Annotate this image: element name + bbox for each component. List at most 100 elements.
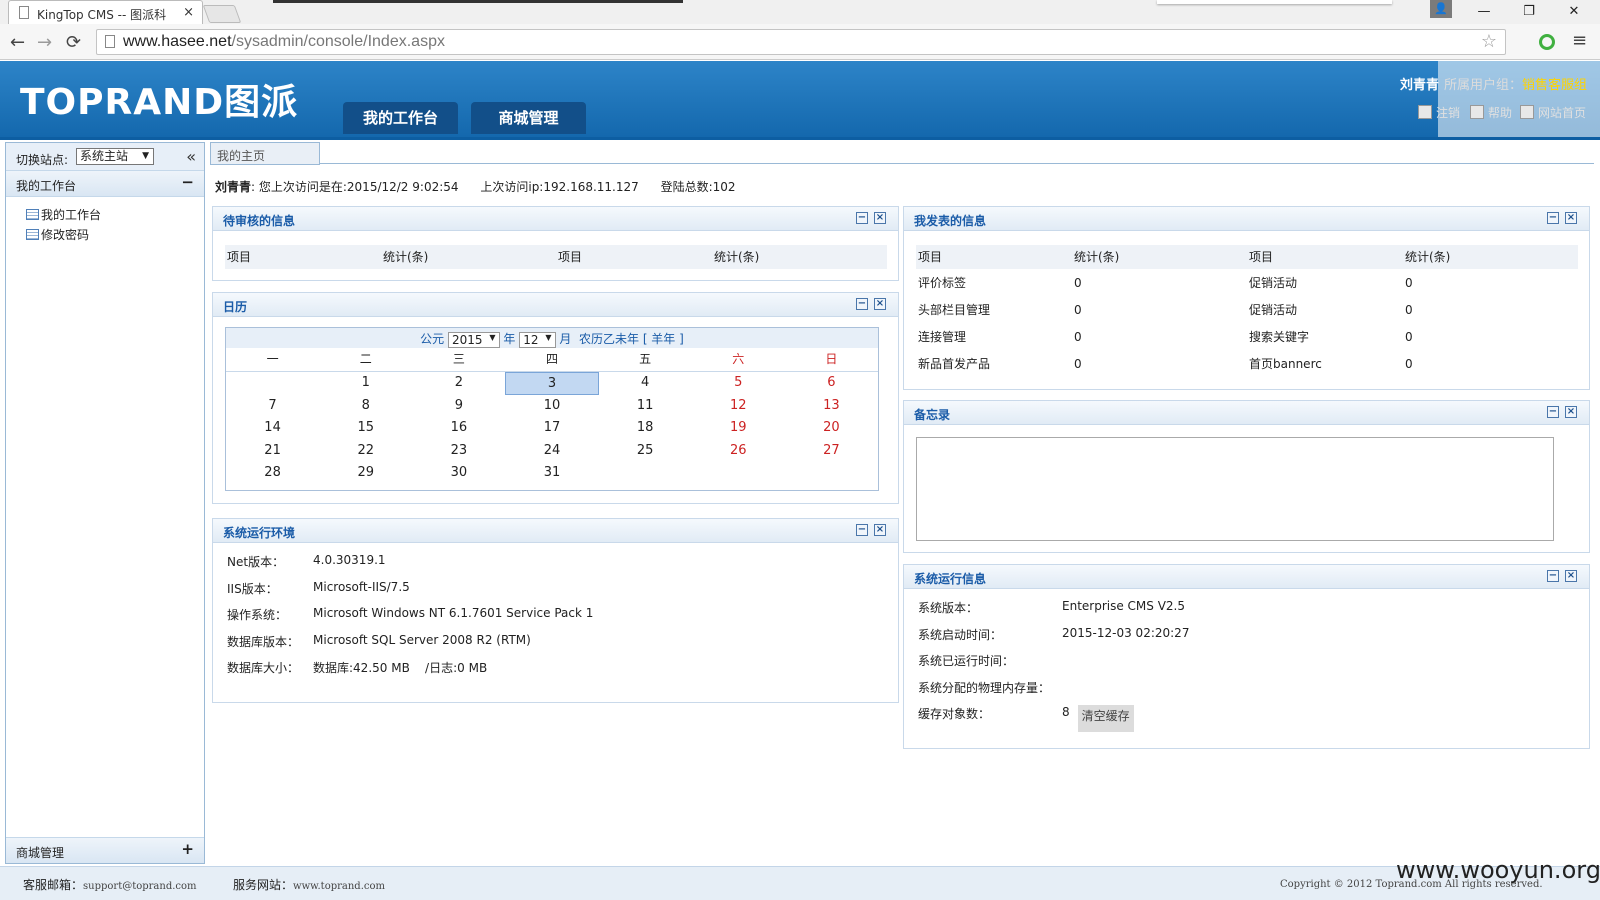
reload-icon[interactable]: ⟳: [66, 32, 81, 53]
sidebar-item-change-password[interactable]: 修改密码: [6, 223, 204, 243]
calendar-day[interactable]: 3: [505, 372, 599, 395]
calendar-day[interactable]: 11: [599, 395, 692, 418]
url-host: www.hasee.net: [123, 33, 232, 50]
pending-review-panel: 待审核的信息 − × 项目 统计(条) 项目 统计(条): [212, 206, 899, 281]
url-text: www.hasee.net/sysadmin/console/Index.asp…: [123, 33, 445, 51]
close-icon[interactable]: ×: [1565, 406, 1577, 418]
sidebar-section-mall[interactable]: 商城管理 +: [6, 837, 204, 863]
column-header: 项目: [1247, 245, 1403, 270]
sidebar-item-label: 我的工作台: [41, 208, 102, 222]
tab-workbench[interactable]: 我的工作台: [343, 102, 458, 134]
calendar-day[interactable]: 23: [412, 440, 505, 463]
back-arrow-icon[interactable]: ←: [10, 32, 25, 53]
column-header: 统计(条): [381, 245, 556, 270]
site-home-label: 网站首页: [1538, 106, 1587, 120]
tab-mall-management[interactable]: 商城管理: [471, 102, 586, 134]
bookmark-star-icon[interactable]: ☆: [1481, 31, 1497, 52]
calendar-day[interactable]: 26: [692, 440, 785, 463]
header-overlay: [1438, 61, 1600, 137]
calendar-day[interactable]: 2: [412, 372, 505, 395]
table-cell: 首页bannerc: [1249, 357, 1322, 371]
calendar-day[interactable]: 21: [226, 440, 319, 463]
help-link[interactable]: 帮助: [1470, 104, 1512, 121]
calendar-day[interactable]: 22: [319, 440, 412, 463]
calendar-day[interactable]: 4: [599, 372, 692, 395]
calendar-day: [599, 462, 692, 485]
month-suffix: 月: [559, 332, 572, 346]
calendar-day[interactable]: 15: [319, 417, 412, 440]
calendar-day[interactable]: 5: [692, 372, 785, 395]
footer: 客服邮箱：support@toprand.com 服务网站：www.topran…: [0, 866, 1600, 900]
calendar-day[interactable]: 31: [505, 462, 598, 485]
close-icon[interactable]: ×: [874, 212, 886, 224]
maximize-button[interactable]: ❐: [1509, 0, 1549, 24]
browser-menu-icon[interactable]: ≡: [1572, 30, 1587, 51]
calendar-day[interactable]: 27: [785, 440, 878, 463]
info-value: Microsoft Windows NT 6.1.7601 Service Pa…: [313, 606, 594, 620]
year-select[interactable]: 2015: [448, 331, 500, 348]
help-label: 帮助: [1488, 106, 1513, 120]
minimize-icon[interactable]: −: [1547, 212, 1559, 224]
close-icon[interactable]: ×: [1565, 570, 1577, 582]
profile-icon[interactable]: 👤: [1430, 0, 1452, 18]
tab-home[interactable]: 我的主页: [210, 142, 320, 165]
clear-cache-button[interactable]: 清空缓存: [1077, 705, 1134, 732]
calendar-day[interactable]: 16: [412, 417, 505, 440]
document-icon: [26, 209, 39, 220]
minimize-icon[interactable]: −: [856, 212, 868, 224]
logout-link[interactable]: 注销: [1418, 104, 1460, 121]
table-cell: 0: [1405, 302, 1413, 317]
site-home-link[interactable]: 网站首页: [1520, 104, 1586, 121]
extension-icon[interactable]: [1539, 34, 1555, 50]
calendar-day[interactable]: 1: [319, 372, 412, 395]
calendar-day[interactable]: 25: [599, 440, 692, 463]
site-select[interactable]: 系统主站: [76, 148, 154, 165]
expand-section-icon[interactable]: +: [181, 840, 194, 858]
panel-title: 待审核的信息: [223, 214, 296, 228]
minimize-button[interactable]: —: [1464, 0, 1504, 24]
info-label: 系统已运行时间：: [918, 654, 1015, 668]
close-icon[interactable]: ×: [1565, 212, 1577, 224]
month-select[interactable]: 12: [519, 331, 556, 348]
close-icon[interactable]: ×: [874, 524, 886, 536]
info-label: 系统启动时间：: [918, 627, 1003, 642]
calendar-day[interactable]: 29: [319, 462, 412, 485]
calendar-day[interactable]: 20: [785, 417, 878, 440]
info-row: 缓存对象数： 8 清空缓存: [918, 705, 1189, 732]
calendar-day[interactable]: 14: [226, 417, 319, 440]
browser-tab[interactable]: KingTop CMS -- 图派科 ×: [8, 0, 203, 24]
calendar-day[interactable]: 28: [226, 462, 319, 485]
calendar-day[interactable]: 6: [785, 372, 878, 395]
calendar-day[interactable]: 30: [412, 462, 505, 485]
table-row: 评价标签 0 促销活动 0: [916, 269, 1578, 296]
info-value: 4.0.30319.1: [313, 553, 386, 567]
calendar-day[interactable]: 7: [226, 395, 319, 418]
calendar-day[interactable]: 19: [692, 417, 785, 440]
calendar-day[interactable]: 24: [505, 440, 598, 463]
calendar-day[interactable]: 9: [412, 395, 505, 418]
sidebar-item-workbench[interactable]: 我的工作台: [6, 203, 204, 223]
calendar-day[interactable]: 13: [785, 395, 878, 418]
tab-close-icon[interactable]: ×: [183, 5, 194, 20]
collapse-section-icon[interactable]: −: [181, 173, 194, 191]
collapse-sidebar-icon[interactable]: «: [186, 147, 196, 166]
calendar-day[interactable]: 12: [692, 395, 785, 418]
new-tab-button[interactable]: [202, 5, 242, 23]
app-header: TOPRAND图派 我的工作台 商城管理 刘青青 所属用户组： 销售客服组 注销…: [0, 61, 1600, 137]
memo-textarea[interactable]: [916, 437, 1554, 541]
info-row: 系统已运行时间：: [918, 652, 1189, 679]
close-icon[interactable]: ×: [874, 298, 886, 310]
url-input[interactable]: www.hasee.net/sysadmin/console/Index.asp…: [96, 29, 1506, 55]
minimize-icon[interactable]: −: [856, 298, 868, 310]
column-header: 统计(条): [1072, 245, 1247, 270]
calendar-day[interactable]: 10: [505, 395, 598, 418]
close-window-button[interactable]: ✕: [1554, 0, 1594, 24]
calendar-day[interactable]: 17: [505, 417, 598, 440]
minimize-icon[interactable]: −: [1547, 570, 1559, 582]
calendar-day[interactable]: 18: [599, 417, 692, 440]
minimize-icon[interactable]: −: [1547, 406, 1559, 418]
forward-arrow-icon[interactable]: →: [37, 32, 52, 53]
minimize-icon[interactable]: −: [856, 524, 868, 536]
calendar-day[interactable]: 8: [319, 395, 412, 418]
sidebar-section-workbench[interactable]: 我的工作台 −: [6, 171, 204, 197]
